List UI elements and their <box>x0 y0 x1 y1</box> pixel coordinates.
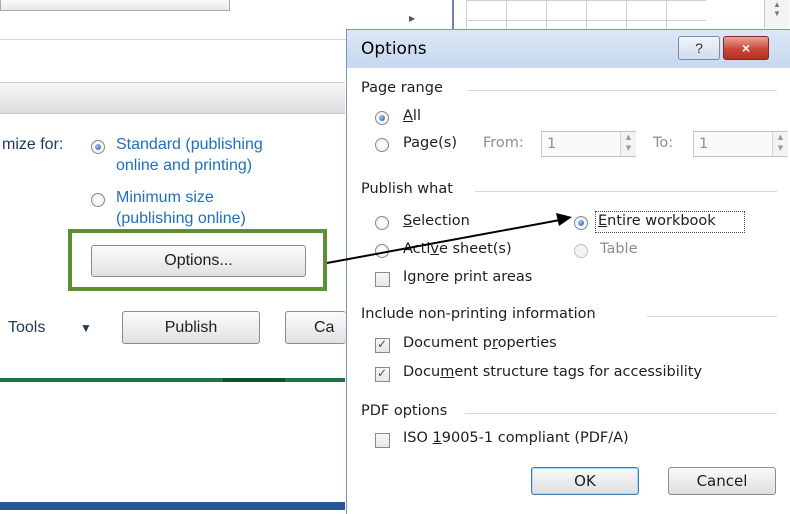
callout-arrow-line <box>326 219 561 264</box>
callout-arrow-head-icon <box>556 213 572 226</box>
callout-arrow <box>326 213 572 264</box>
